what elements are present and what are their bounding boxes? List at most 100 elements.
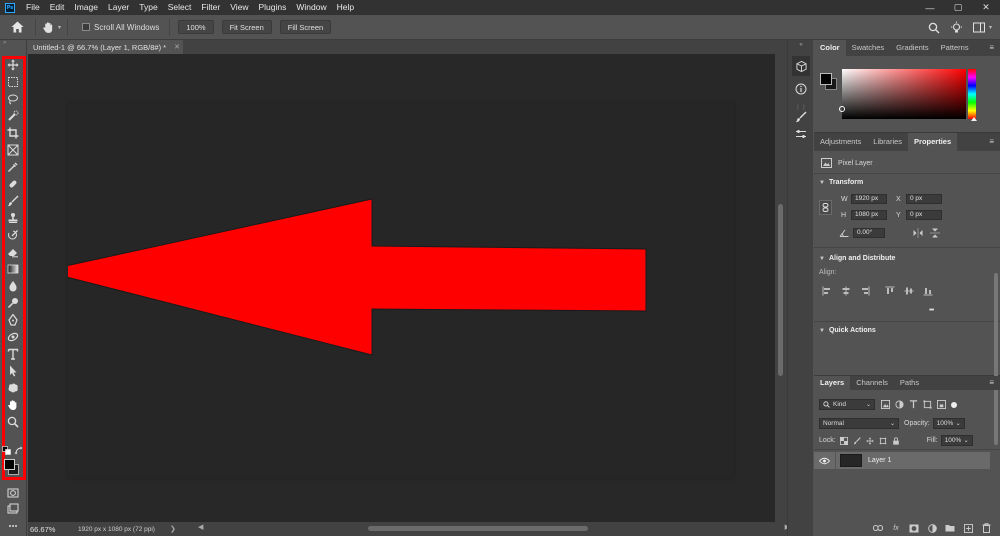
filter-type-icon[interactable]	[909, 400, 918, 409]
tab-properties[interactable]: Properties	[908, 133, 958, 151]
align-top-icon[interactable]	[885, 286, 895, 296]
toolbar-collapse-icon[interactable]: »	[0, 40, 26, 49]
filter-pixel-icon[interactable]	[881, 400, 890, 409]
delete-layer-trash-icon[interactable]	[980, 522, 992, 534]
document-tab[interactable]: Untitled-1 @ 66.7% (Layer 1, RGB/8#) * ✕	[28, 40, 183, 54]
new-group-folder-icon[interactable]	[944, 522, 956, 534]
menu-file[interactable]: File	[21, 0, 45, 15]
filter-shape-icon[interactable]	[923, 400, 932, 409]
menu-edit[interactable]: Edit	[45, 0, 70, 15]
height-input[interactable]: 1080 px	[851, 210, 887, 220]
flip-horizontal-icon[interactable]	[913, 228, 923, 238]
blend-mode-select[interactable]: Normal ⌄	[819, 418, 899, 429]
menu-type[interactable]: Type	[134, 0, 162, 15]
opacity-input[interactable]: 100% ⌄	[932, 418, 965, 429]
home-icon[interactable]	[5, 15, 29, 40]
lock-image-pixels-icon[interactable]	[853, 436, 861, 445]
y-input[interactable]: 0 px	[906, 210, 942, 220]
minimize-button[interactable]: —	[916, 0, 944, 15]
crop-tool-icon[interactable]	[6, 126, 20, 140]
filter-toggle-icon[interactable]	[951, 401, 957, 408]
eraser-tool-icon[interactable]	[6, 245, 20, 259]
eyedropper-tool-icon[interactable]	[6, 160, 20, 174]
pen-tool-icon[interactable]	[6, 313, 20, 327]
layer-name[interactable]: Layer 1	[868, 457, 891, 464]
screen-mode-icon[interactable]	[6, 502, 20, 516]
history-brush-tool-icon[interactable]	[6, 228, 20, 242]
frame-tool-icon[interactable]	[6, 143, 20, 157]
tab-color[interactable]: Color	[814, 40, 846, 56]
link-dimensions-icon[interactable]	[819, 200, 832, 215]
blur-tool-icon[interactable]	[6, 279, 20, 293]
rotate-view-tool-icon[interactable]	[6, 330, 20, 344]
add-mask-icon[interactable]	[908, 522, 920, 534]
new-layer-icon[interactable]	[962, 522, 974, 534]
adjustment-layer-icon[interactable]	[926, 522, 938, 534]
panel-menu-icon[interactable]: ≡	[989, 376, 994, 390]
canvas-workspace[interactable]	[28, 54, 775, 522]
horizontal-scroll-thumb[interactable]	[368, 526, 588, 531]
tab-channels[interactable]: Channels	[850, 376, 894, 390]
align-bottom-icon[interactable]	[923, 286, 933, 296]
color-picker-handle[interactable]	[839, 106, 845, 112]
lock-all-icon[interactable]	[892, 436, 900, 445]
maximize-button[interactable]: ▢	[944, 0, 972, 15]
vertical-scrollbar[interactable]	[775, 54, 787, 522]
lock-transparent-pixels-icon[interactable]	[839, 436, 848, 445]
align-left-icon[interactable]	[822, 286, 832, 296]
zoom-level[interactable]: 66.67%	[28, 525, 78, 534]
align-right-icon[interactable]	[860, 286, 870, 296]
flip-vertical-icon[interactable]	[930, 228, 940, 238]
filter-kind-select[interactable]: Kind ⌄	[819, 399, 875, 410]
search-icon[interactable]	[928, 22, 940, 34]
x-input[interactable]: 0 px	[906, 194, 942, 204]
tab-paths[interactable]: Paths	[894, 376, 925, 390]
marquee-tool-icon[interactable]	[6, 75, 20, 89]
align-horizontal-center-icon[interactable]	[841, 286, 851, 296]
more-options-icon[interactable]: •••	[929, 307, 934, 314]
menu-help[interactable]: Help	[332, 0, 359, 15]
gradient-tool-icon[interactable]	[6, 262, 20, 276]
zoom-tool-icon[interactable]	[6, 415, 20, 429]
color-panel-foreground-swatch[interactable]	[820, 73, 832, 85]
custom-shape-tool-icon[interactable]	[6, 381, 20, 395]
checkbox-box[interactable]	[82, 23, 91, 31]
fill-screen-button[interactable]: Fill Screen	[279, 20, 332, 34]
menu-filter[interactable]: Filter	[196, 0, 225, 15]
chevron-right-icon[interactable]: ❯	[170, 525, 176, 533]
info-icon[interactable]	[794, 82, 808, 96]
chevron-down-icon[interactable]: ▾	[989, 24, 992, 31]
document-canvas[interactable]	[68, 103, 734, 478]
color-field[interactable]	[839, 69, 966, 119]
quick-mask-icon[interactable]	[6, 486, 20, 500]
workspace-icon[interactable]	[972, 22, 985, 34]
foreground-color-swatch[interactable]	[4, 459, 15, 470]
swap-colors-icon[interactable]	[14, 446, 24, 456]
zoom-100-button[interactable]: 100%	[178, 20, 214, 34]
panel-menu-icon[interactable]: ≡	[989, 40, 994, 56]
collapse-icon[interactable]: «	[794, 42, 808, 48]
edit-toolbar-icon[interactable]	[6, 519, 20, 533]
fit-screen-button[interactable]: Fit Screen	[221, 20, 272, 34]
filter-adjustment-icon[interactable]	[895, 400, 904, 409]
panel-menu-icon[interactable]: ≡	[989, 133, 994, 151]
default-colors-icon[interactable]	[2, 446, 12, 456]
healing-brush-tool-icon[interactable]	[6, 177, 20, 191]
align-vertical-center-icon[interactable]	[904, 286, 914, 296]
brushes-icon[interactable]	[794, 110, 808, 124]
visibility-eye-icon[interactable]	[819, 457, 830, 465]
tab-layers[interactable]: Layers	[814, 376, 851, 390]
hue-slider-caret-icon[interactable]	[971, 117, 977, 121]
tool-preset-picker[interactable]: ▾	[42, 21, 61, 34]
scroll-left-icon[interactable]: ◀	[198, 523, 203, 531]
hue-slider[interactable]	[968, 69, 976, 119]
vertical-scroll-thumb[interactable]	[778, 204, 783, 376]
fill-input[interactable]: 100% ⌄	[940, 435, 973, 446]
tab-libraries[interactable]: Libraries	[867, 133, 908, 151]
layer-styles-fx-icon[interactable]: fx	[890, 522, 902, 534]
hand-tool-icon[interactable]	[6, 398, 20, 412]
dodge-tool-icon[interactable]	[6, 296, 20, 310]
scroll-all-windows-checkbox[interactable]: Scroll All Windows	[82, 23, 159, 32]
link-layers-icon[interactable]	[872, 522, 884, 534]
arrow-shape[interactable]	[68, 103, 734, 478]
